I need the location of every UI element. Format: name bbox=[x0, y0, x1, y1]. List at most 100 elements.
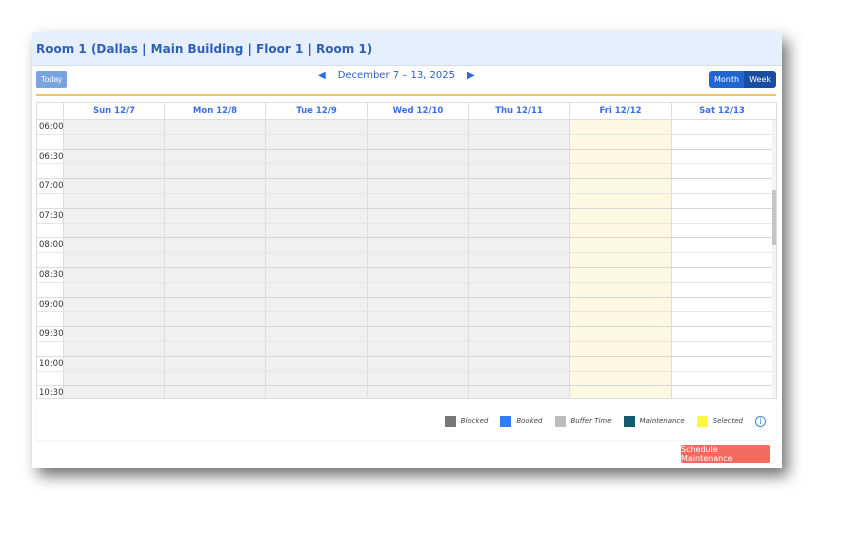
time-slot[interactable] bbox=[63, 134, 164, 150]
time-slot[interactable] bbox=[265, 120, 367, 135]
time-slot[interactable] bbox=[569, 134, 671, 150]
time-slot[interactable] bbox=[468, 341, 569, 357]
time-slot[interactable] bbox=[367, 149, 468, 165]
scrollbar-thumb[interactable] bbox=[772, 190, 776, 245]
time-slot[interactable] bbox=[265, 386, 367, 398]
time-slot[interactable] bbox=[671, 282, 772, 298]
time-slot[interactable] bbox=[468, 282, 569, 298]
time-slot[interactable] bbox=[468, 164, 569, 180]
week-view-button[interactable]: Week bbox=[744, 71, 776, 88]
time-slot[interactable] bbox=[164, 297, 265, 313]
time-slot[interactable] bbox=[164, 238, 265, 254]
time-slot[interactable] bbox=[63, 193, 164, 209]
time-slot[interactable] bbox=[569, 253, 671, 268]
time-slot[interactable] bbox=[569, 223, 671, 239]
time-slot[interactable] bbox=[468, 297, 569, 313]
time-slot[interactable] bbox=[265, 267, 367, 283]
time-slot[interactable] bbox=[671, 327, 772, 342]
time-slot[interactable] bbox=[265, 134, 367, 150]
time-slot[interactable] bbox=[671, 341, 772, 357]
time-slot[interactable] bbox=[569, 386, 671, 398]
time-slot[interactable] bbox=[671, 208, 772, 224]
time-slot[interactable] bbox=[569, 179, 671, 194]
time-slot[interactable] bbox=[265, 238, 367, 254]
time-slot[interactable] bbox=[164, 267, 265, 283]
time-slot[interactable] bbox=[671, 371, 772, 387]
time-slot[interactable] bbox=[569, 193, 671, 209]
time-slot[interactable] bbox=[569, 341, 671, 357]
time-slots[interactable]: 06:00 06:30 07:00 07:30 08:00 08:30 09:00 09:30… bbox=[37, 120, 776, 398]
time-slot[interactable] bbox=[468, 193, 569, 209]
time-slot[interactable] bbox=[569, 282, 671, 298]
time-slot[interactable] bbox=[164, 327, 265, 342]
time-slot[interactable] bbox=[164, 312, 265, 328]
time-slot[interactable] bbox=[367, 134, 468, 150]
time-slot[interactable] bbox=[569, 238, 671, 254]
time-slot[interactable] bbox=[671, 297, 772, 313]
time-slot[interactable] bbox=[265, 253, 367, 268]
time-slot[interactable] bbox=[367, 164, 468, 180]
time-slot[interactable] bbox=[367, 208, 468, 224]
time-slot[interactable] bbox=[367, 193, 468, 209]
time-slot[interactable] bbox=[63, 371, 164, 387]
prev-week-icon[interactable]: ◀ bbox=[318, 70, 326, 81]
time-slot[interactable] bbox=[671, 267, 772, 283]
time-slot[interactable] bbox=[569, 327, 671, 342]
time-slot[interactable] bbox=[63, 267, 164, 283]
day-header[interactable]: Mon 12/8 bbox=[164, 103, 265, 119]
time-slot[interactable] bbox=[468, 120, 569, 135]
time-slot[interactable] bbox=[164, 223, 265, 239]
time-slot[interactable] bbox=[367, 297, 468, 313]
time-slot[interactable] bbox=[164, 341, 265, 357]
time-slot[interactable] bbox=[367, 356, 468, 372]
time-slot[interactable] bbox=[164, 356, 265, 372]
time-slot[interactable] bbox=[367, 371, 468, 387]
day-header[interactable]: Sun 12/7 bbox=[63, 103, 164, 119]
time-slot[interactable] bbox=[164, 193, 265, 209]
time-slot[interactable] bbox=[367, 120, 468, 135]
time-slot[interactable] bbox=[265, 282, 367, 298]
day-header[interactable]: Thu 12/11 bbox=[468, 103, 569, 119]
time-slot[interactable] bbox=[63, 208, 164, 224]
time-slot[interactable] bbox=[569, 297, 671, 313]
time-slot[interactable] bbox=[164, 120, 265, 135]
time-slot[interactable] bbox=[265, 297, 367, 313]
scrollbar[interactable] bbox=[772, 120, 776, 398]
time-slot[interactable] bbox=[164, 134, 265, 150]
time-slot[interactable] bbox=[468, 149, 569, 165]
time-slot[interactable] bbox=[63, 327, 164, 342]
today-button[interactable]: Today bbox=[36, 71, 67, 88]
time-slot[interactable] bbox=[63, 149, 164, 165]
time-slot[interactable] bbox=[468, 386, 569, 398]
time-slot[interactable] bbox=[63, 386, 164, 398]
time-slot[interactable] bbox=[671, 238, 772, 254]
time-slot[interactable] bbox=[671, 223, 772, 239]
time-slot[interactable] bbox=[164, 282, 265, 298]
time-slot[interactable] bbox=[671, 134, 772, 150]
time-slot[interactable] bbox=[367, 238, 468, 254]
time-slot[interactable] bbox=[265, 193, 367, 209]
time-slot[interactable] bbox=[265, 149, 367, 165]
time-slot[interactable] bbox=[63, 253, 164, 268]
time-slot[interactable] bbox=[63, 341, 164, 357]
time-slot[interactable] bbox=[468, 312, 569, 328]
time-slot[interactable] bbox=[63, 120, 164, 135]
day-header[interactable]: Tue 12/9 bbox=[265, 103, 367, 119]
time-slot[interactable] bbox=[265, 341, 367, 357]
time-slot[interactable] bbox=[164, 253, 265, 268]
time-slot[interactable] bbox=[367, 282, 468, 298]
time-slot[interactable] bbox=[569, 356, 671, 372]
info-icon[interactable]: i bbox=[755, 415, 766, 427]
time-slot[interactable] bbox=[265, 179, 367, 194]
time-slot[interactable] bbox=[671, 253, 772, 268]
day-header[interactable]: Wed 12/10 bbox=[367, 103, 468, 119]
time-slot[interactable] bbox=[265, 371, 367, 387]
time-slot[interactable] bbox=[569, 208, 671, 224]
day-header[interactable]: Fri 12/12 bbox=[569, 103, 671, 119]
time-slot[interactable] bbox=[63, 223, 164, 239]
time-slot[interactable] bbox=[367, 267, 468, 283]
time-slot[interactable] bbox=[63, 238, 164, 254]
day-header[interactable]: Sat 12/13 bbox=[671, 103, 772, 119]
time-slot[interactable] bbox=[164, 149, 265, 165]
time-slot[interactable] bbox=[671, 312, 772, 328]
